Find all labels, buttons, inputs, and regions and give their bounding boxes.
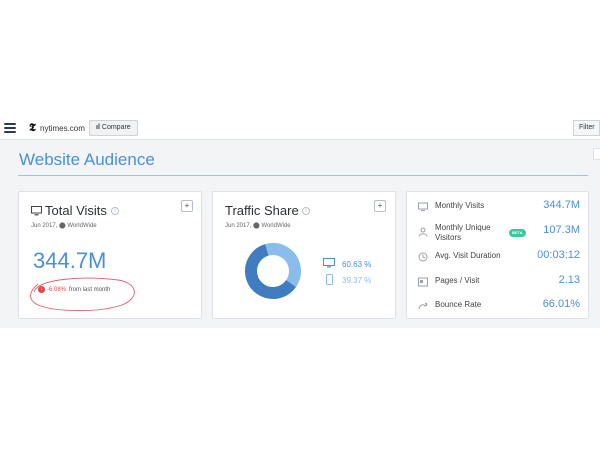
clock-icon	[418, 252, 428, 262]
add-widget-button[interactable]: +	[374, 200, 386, 212]
metric-label: Monthly Visits	[435, 201, 485, 210]
page-title: Website Audience	[19, 150, 155, 169]
site-name[interactable]: nytimes.com	[40, 124, 85, 133]
metric-row-unique-visitors: Monthly Unique Visitors BETA 107.3M	[418, 221, 580, 243]
traffic-share-donut-chart	[245, 243, 301, 299]
mobile-share-value: 39.37 %	[342, 276, 372, 285]
add-widget-button[interactable]: +	[181, 200, 193, 212]
compare-label: Compare	[101, 124, 131, 131]
monitor-icon	[31, 206, 42, 216]
metric-value: 66.01%	[542, 298, 580, 310]
info-icon[interactable]: i	[111, 207, 119, 215]
red-annotation-circle	[30, 277, 135, 312]
total-visits-subtitle: Jun 2017, ⬤ WorldWide	[31, 223, 97, 229]
metric-label: Avg. Visit Duration	[435, 251, 501, 260]
mobile-icon	[326, 274, 333, 285]
metric-label: Monthly Unique Visitors	[435, 223, 491, 242]
metric-row-visit-duration: Avg. Visit Duration 00:03:12	[418, 249, 580, 269]
desktop-share-value: 60.63 %	[342, 260, 372, 269]
monitor-icon	[418, 202, 428, 211]
compare-icon: ıl	[96, 124, 100, 131]
filter-button[interactable]: Filter	[573, 120, 600, 136]
metric-row-bounce-rate: Bounce Rate 66.01%	[418, 298, 580, 318]
metric-value: 00:03:12	[537, 249, 580, 261]
pages-icon	[418, 277, 428, 287]
site-logo: 𝕿	[29, 122, 36, 134]
metric-value: 344.7M	[543, 199, 580, 211]
traffic-share-subtitle: Jun 2017, ⬤ WorldWide	[225, 223, 291, 229]
total-visits-value: 344.7M	[33, 248, 107, 273]
metric-value: 2.13	[558, 274, 580, 286]
metric-label: Pages / Visit	[435, 276, 480, 285]
desktop-icon	[323, 258, 335, 268]
traffic-share-title: Traffic Share	[225, 203, 299, 218]
total-visits-title: Total Visits	[45, 203, 107, 218]
info-icon[interactable]: i	[302, 207, 310, 215]
metric-row-pages-per-visit: Pages / Visit 2.13	[418, 274, 580, 294]
user-icon	[418, 227, 428, 237]
title-divider	[18, 175, 588, 176]
side-panel-tab[interactable]	[593, 148, 600, 160]
menu-icon[interactable]	[4, 123, 16, 133]
bounce-icon	[418, 302, 428, 310]
metric-value: 107.3M	[543, 224, 580, 236]
metric-label: Bounce Rate	[435, 300, 482, 309]
beta-badge: BETA	[509, 229, 526, 237]
compare-button[interactable]: ıl Compare	[89, 120, 138, 136]
metric-row-monthly-visits: Monthly Visits 344.7M	[418, 199, 580, 219]
